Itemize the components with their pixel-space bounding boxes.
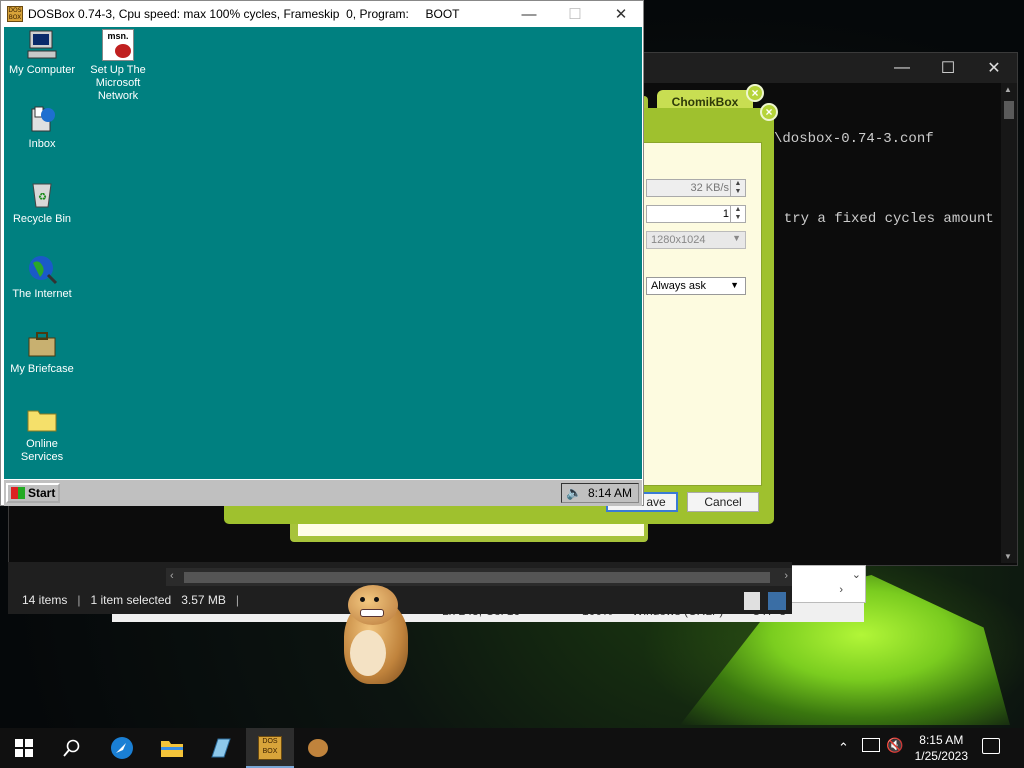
desktop-icon-online-services[interactable]: Online Services bbox=[4, 403, 80, 464]
close-icon[interactable]: ✕ bbox=[598, 1, 644, 27]
maximize-icon: ☐ bbox=[568, 6, 582, 23]
console-line: t try a fixed cycles amount bbox=[767, 211, 994, 227]
desktop-icon-briefcase[interactable]: My Briefcase bbox=[4, 328, 80, 376]
windows-taskbar: DOS BOX ⌃ 🔇 8:15 AM 1/25/2023 bbox=[0, 728, 1024, 768]
close-icon[interactable]: × bbox=[760, 103, 778, 121]
scroll-thumb[interactable] bbox=[1004, 101, 1014, 119]
desktop-icon-recycle-bin[interactable]: ♻ Recycle Bin bbox=[4, 178, 80, 226]
action-select[interactable]: Always ask ▼ bbox=[646, 277, 746, 295]
dropdown-arrow-icon: ▼ bbox=[730, 280, 739, 290]
dropdown-arrow-icon: ▼ bbox=[732, 233, 741, 243]
speed-limit-value: 32 KB/s bbox=[690, 182, 729, 194]
horizontal-scrollbar[interactable]: ‹ › bbox=[166, 568, 792, 586]
folder-icon bbox=[26, 403, 58, 435]
minimize-icon[interactable]: — bbox=[506, 1, 552, 27]
clock-time: 8:15 AM bbox=[919, 733, 964, 747]
chevron-right-icon[interactable]: › bbox=[839, 584, 843, 596]
browser-icon[interactable] bbox=[98, 728, 146, 768]
window-title: DOSBox 0.74-3, Cpu speed: max 100% cycle… bbox=[28, 7, 460, 21]
spinner-arrows-icon[interactable]: ▲ ▼ bbox=[730, 206, 745, 222]
desktop-icon-msn[interactable]: msn. Set Up The Microsoft Network bbox=[80, 29, 156, 103]
desktop-icon-label: The Internet bbox=[12, 288, 72, 300]
selection-count: 1 item selected bbox=[90, 593, 172, 607]
msn-icon: msn. bbox=[102, 29, 134, 61]
computer-icon bbox=[26, 29, 58, 61]
desktop-icon-label: Online Services bbox=[20, 438, 64, 463]
start-button[interactable]: Start bbox=[6, 483, 60, 503]
win95-tray: 🔈 8:14 AM bbox=[561, 483, 639, 503]
desktop-icon-label: My Briefcase bbox=[10, 363, 74, 375]
desktop-icon-label: Inbox bbox=[28, 138, 56, 150]
svg-text:♻: ♻ bbox=[38, 192, 47, 203]
network-icon[interactable] bbox=[862, 738, 880, 752]
chevron-right-icon[interactable]: › bbox=[784, 570, 788, 582]
scroll-down-icon[interactable]: ▼ bbox=[1004, 552, 1012, 561]
speaker-icon[interactable]: 🔈 bbox=[566, 485, 582, 501]
explorer-statusbar: 14 items | 1 item selected 3.57 MB | bbox=[22, 593, 240, 607]
maximize-icon[interactable]: ☐ bbox=[925, 53, 971, 83]
hamster-belly bbox=[350, 630, 386, 676]
chomikbox-taskbar-icon[interactable] bbox=[294, 728, 342, 768]
dosbox-titlebar[interactable]: DOS BOX DOSBox 0.74-3, Cpu speed: max 10… bbox=[1, 1, 643, 27]
windows-start-icon[interactable] bbox=[0, 728, 48, 768]
msn-logo bbox=[115, 44, 131, 58]
tray-clock[interactable]: 8:14 AM bbox=[588, 486, 632, 500]
resolution-select[interactable]: 1280x1024 ▼ bbox=[646, 231, 746, 249]
combo-box[interactable]: ⌄ › bbox=[782, 565, 866, 603]
speed-limit-spinner[interactable]: 32 KB/s ▲ ▼ bbox=[646, 179, 746, 197]
system-clock[interactable]: 8:15 AM 1/25/2023 bbox=[915, 732, 968, 764]
cancel-button[interactable]: Cancel bbox=[687, 492, 759, 512]
scroll-thumb[interactable] bbox=[184, 572, 770, 583]
search-icon[interactable] bbox=[48, 728, 96, 768]
spinner-arrows-icon[interactable]: ▲ ▼ bbox=[730, 180, 745, 196]
desktop-icon-label: Set Up The Microsoft Network bbox=[90, 64, 146, 102]
file-explorer-window: ‹ › 14 items | 1 item selected 3.57 MB | bbox=[8, 562, 792, 614]
desktop-icon-label: Recycle Bin bbox=[12, 213, 72, 225]
volume-muted-icon[interactable]: 🔇 bbox=[886, 737, 903, 754]
notifications-icon[interactable] bbox=[982, 738, 1000, 754]
details-view-icon[interactable] bbox=[744, 592, 760, 610]
console-scrollbar[interactable]: ▲ ▼ bbox=[1001, 83, 1017, 563]
minimize-icon[interactable]: — bbox=[879, 53, 925, 83]
file-explorer-icon[interactable] bbox=[148, 728, 196, 768]
notepad-icon[interactable] bbox=[196, 728, 244, 768]
scroll-up-icon[interactable]: ▲ bbox=[1004, 85, 1012, 94]
console-line: \dosbox-0.74-3.conf bbox=[774, 131, 934, 147]
win95-desktop: My Computer msn. Set Up The Microsoft Ne… bbox=[4, 27, 642, 506]
windows-logo-icon bbox=[11, 487, 25, 499]
chevron-left-icon[interactable]: ‹ bbox=[170, 570, 174, 582]
globe-icon bbox=[26, 253, 58, 285]
item-count: 14 items bbox=[22, 593, 68, 607]
desktop-icon-label: My Computer bbox=[8, 64, 76, 76]
close-icon[interactable]: × bbox=[746, 84, 764, 102]
count-spinner[interactable]: 1 ▲ ▼ bbox=[646, 205, 746, 223]
tiles-view-icon[interactable] bbox=[768, 592, 786, 610]
desktop-icon-internet[interactable]: The Internet bbox=[4, 253, 80, 301]
chevron-down-icon[interactable]: ⌄ bbox=[852, 568, 861, 581]
recycle-bin-icon: ♻ bbox=[26, 178, 58, 210]
dosbox-icon: DOS BOX bbox=[7, 6, 23, 22]
chevron-up-icon[interactable]: ⌃ bbox=[838, 740, 849, 756]
briefcase-icon bbox=[26, 328, 58, 360]
selection-size: 3.57 MB bbox=[181, 593, 226, 607]
close-icon[interactable]: ✕ bbox=[971, 53, 1017, 83]
resolution-value: 1280x1024 bbox=[651, 234, 706, 246]
inbox-icon bbox=[26, 103, 58, 135]
action-value: Always ask bbox=[651, 280, 707, 292]
dosbox-window: DOS BOX DOSBox 0.74-3, Cpu speed: max 10… bbox=[0, 0, 644, 506]
count-value: 1 bbox=[722, 208, 729, 220]
desktop-icon-inbox[interactable]: Inbox bbox=[4, 103, 80, 151]
dosbox-taskbar-icon[interactable]: DOS BOX bbox=[246, 728, 294, 768]
win95-taskbar: Start 🔈 8:14 AM bbox=[4, 479, 642, 506]
clock-date: 1/25/2023 bbox=[914, 749, 968, 763]
desktop-icon-my-computer[interactable]: My Computer bbox=[4, 29, 80, 77]
hamster-head bbox=[348, 585, 398, 625]
